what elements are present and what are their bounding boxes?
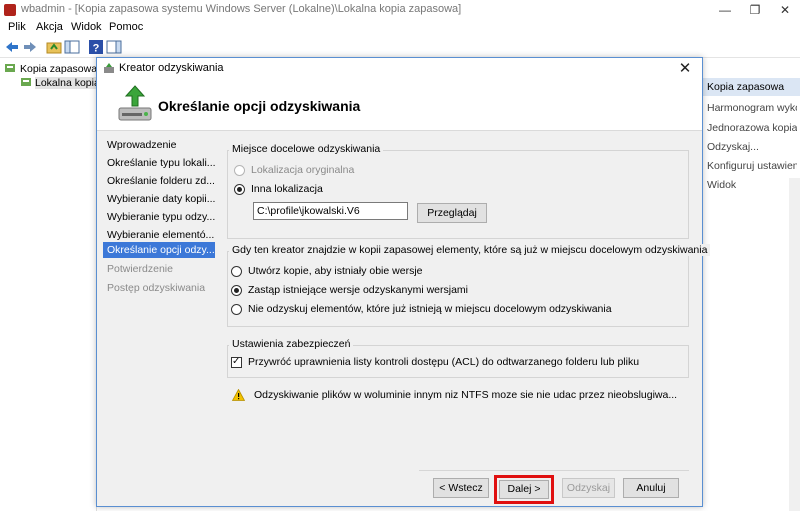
menu-widok[interactable]: Widok <box>71 21 102 33</box>
menu-plik[interactable]: Plik <box>8 21 26 33</box>
overwrite-radio[interactable] <box>231 285 242 296</box>
wizard-close-button[interactable]: ✕ <box>674 59 696 79</box>
menu-pomoc[interactable]: Pomoc <box>109 21 143 33</box>
wizard-title: Kreator odzyskiwania <box>119 62 224 74</box>
mmc-window-title: wbadmin - [Kopia zapasowa systemu Window… <box>21 3 462 15</box>
action-recover[interactable]: Odzyskaj... <box>707 141 797 153</box>
original-location-radio <box>234 165 245 176</box>
local-backup-node-icon <box>21 78 31 86</box>
destination-path-input[interactable] <box>253 202 408 220</box>
create-copies-radio[interactable] <box>231 266 242 277</box>
backup-node-icon <box>5 64 15 72</box>
other-location-radio[interactable] <box>234 184 245 195</box>
action-view[interactable]: Widok <box>707 179 797 191</box>
action-configure[interactable]: Konfiguruj ustawienia ... <box>707 160 797 172</box>
warning-icon <box>232 389 245 401</box>
mmc-titlebar: wbadmin - [Kopia zapasowa systemu Window… <box>0 0 800 20</box>
step-source-folder[interactable]: Określanie folderu zd... <box>103 174 215 188</box>
svg-text:?: ? <box>93 43 100 55</box>
actions-header: Kopia zapasowa <box>703 78 800 96</box>
help-icon[interactable]: ? <box>88 39 104 55</box>
restore-acl-checkbox[interactable] <box>231 355 242 369</box>
menu-akcja[interactable]: Akcja <box>36 21 63 33</box>
back-arrow-icon[interactable] <box>4 39 20 55</box>
step-progress: Postęp odzyskiwania <box>107 282 206 294</box>
close-window-button[interactable]: ✕ <box>770 0 800 20</box>
wizard-titlebar: Kreator odzyskiwania ✕ <box>97 58 702 80</box>
skip-existing-label[interactable]: Nie odzyskuj elementów, które już istnie… <box>248 303 612 315</box>
step-recovery-options[interactable]: Określanie opcji odzy... <box>103 242 215 258</box>
menu-bar: Plik Akcja Widok Pomoc <box>0 20 800 36</box>
step-items[interactable]: Wybieranie elementó... <box>103 228 215 242</box>
forward-arrow-icon[interactable] <box>22 39 38 55</box>
step-backup-date[interactable]: Wybieranie daty kopii... <box>103 192 215 206</box>
next-button-highlight <box>494 475 554 504</box>
other-location-label[interactable]: Inna lokalizacja <box>251 183 323 195</box>
show-hide-action-pane-icon[interactable] <box>106 39 122 55</box>
step-confirmation: Potwierdzenie <box>107 263 173 275</box>
page-heading: Określanie opcji odzyskiwania <box>158 98 361 114</box>
recovery-wizard-icon <box>104 63 114 73</box>
tree-item-backup-root[interactable]: Kopia zapasowa sy <box>20 63 96 75</box>
back-button[interactable]: < Wstecz <box>433 478 489 498</box>
cancel-button[interactable]: Anuluj <box>623 478 679 498</box>
wizard-content: Miejsce docelowe odzyskiwania Lokalizacj… <box>221 133 711 463</box>
recovery-drive-icon <box>118 85 152 121</box>
destination-group-title: Miejsce docelowe odzyskiwania <box>229 143 384 155</box>
restore-acl-label[interactable]: Przywróć uprawnienia listy kontroli dost… <box>248 356 639 368</box>
minimize-button[interactable]: — <box>710 0 740 20</box>
step-location-type[interactable]: Określanie typu lokali... <box>103 156 215 170</box>
browse-button[interactable]: Przeglądaj <box>417 203 487 223</box>
skip-existing-radio[interactable] <box>231 304 242 315</box>
ntfs-warning-text: Odzyskiwanie plików w woluminie innym ni… <box>254 389 678 401</box>
create-copies-label[interactable]: Utwórz kopie, aby istniały obie wersje <box>248 265 423 277</box>
actions-header-label: Kopia zapasowa <box>707 81 785 93</box>
action-backup-once[interactable]: Jednorazowa kopia zap... <box>707 122 797 134</box>
actions-pane: Kopia zapasowa Harmonogram wykon... Jedn… <box>703 58 800 511</box>
original-location-label: Lokalizacja oryginalna <box>251 164 355 176</box>
restore-button[interactable]: ❐ <box>740 0 770 20</box>
footer-divider <box>419 470 689 471</box>
step-introduction[interactable]: Wprowadzenie <box>103 138 215 152</box>
show-hide-tree-icon[interactable] <box>64 39 80 55</box>
recover-button: Odzyskaj <box>562 478 615 498</box>
conflict-group-title: Gdy ten kreator znajdzie w kopii zapasow… <box>229 244 711 256</box>
wbadmin-app-icon <box>4 4 16 16</box>
step-recovery-type[interactable]: Wybieranie typu odzy... <box>103 210 215 224</box>
toolbar: ? <box>0 37 800 58</box>
security-group-title: Ustawienia zabezpieczeń <box>229 338 354 350</box>
actions-scrollbar[interactable] <box>789 178 800 511</box>
recovery-wizard-dialog: Kreator odzyskiwania ✕ Określanie opcji … <box>96 57 711 507</box>
overwrite-label[interactable]: Zastąp istniejące wersje odzyskanymi wer… <box>248 284 468 296</box>
action-schedule[interactable]: Harmonogram wykon... <box>707 102 797 114</box>
tree-item-local-backup[interactable]: Lokalna kopia <box>35 77 96 89</box>
wizard-steps-list: Wprowadzenie Określanie typu lokali... O… <box>103 138 215 498</box>
wizard-header: Określanie opcji odzyskiwania <box>97 80 702 131</box>
up-folder-icon[interactable] <box>46 39 62 55</box>
console-tree: Kopia zapasowa sy Lokalna kopia <box>0 58 97 511</box>
